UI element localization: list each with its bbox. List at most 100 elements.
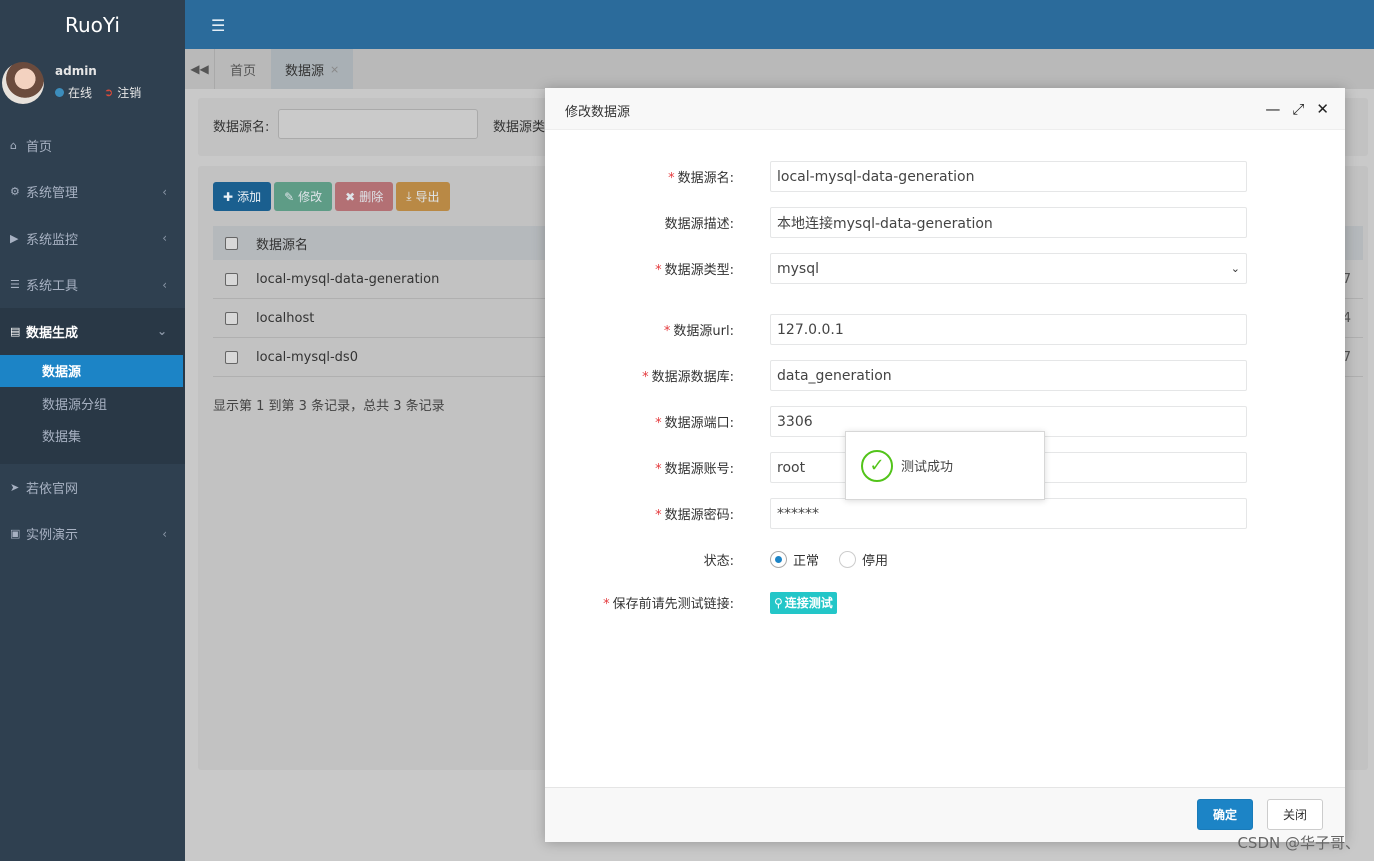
sidebar-subitem-datasource[interactable]: 数据源 bbox=[0, 354, 183, 387]
form-row-status: 状态: 正常 停用 bbox=[545, 544, 1345, 575]
pagination-info: 显示第 1 到第 3 条记录，总共 3 条记录 bbox=[213, 399, 445, 414]
connection-test-label: 连接测试 bbox=[784, 596, 833, 610]
sidebar-item-label: 若依官网 bbox=[26, 481, 79, 497]
label-port: * 数据源端口: bbox=[655, 416, 734, 431]
tab-close-icon[interactable]: ⨯ bbox=[330, 63, 339, 76]
status-disabled-label: 停用 bbox=[862, 554, 889, 569]
edit-button[interactable]: ✎ 修改 bbox=[274, 182, 333, 211]
sidebar-item-monitor[interactable]: ▶ 系统监控 ‹ bbox=[0, 215, 185, 262]
sidebar-item-system[interactable]: ⚙ 系统管理 ‹ bbox=[0, 169, 185, 216]
maximize-icon[interactable]: ⤢ bbox=[1292, 100, 1304, 118]
export-button[interactable]: ⤓ 导出 bbox=[396, 182, 450, 211]
password-field[interactable]: ****** bbox=[770, 498, 1247, 529]
database-field[interactable]: data_generation bbox=[770, 360, 1247, 391]
search-input-name[interactable] bbox=[278, 109, 478, 139]
download-icon: ⤓ bbox=[406, 189, 412, 203]
video-icon: ▶ bbox=[10, 231, 19, 245]
sidebar-item-home[interactable]: ⌂ 首页 bbox=[0, 122, 185, 169]
sidebar-item-tools[interactable]: ☰ 系统工具 ‹ bbox=[0, 262, 185, 309]
sidebar-item-label: 系统监控 bbox=[26, 232, 79, 248]
tab-home[interactable]: 首页 bbox=[216, 49, 270, 89]
close-icon[interactable]: ✕ bbox=[1316, 100, 1329, 118]
status-normal-radio[interactable] bbox=[770, 551, 787, 568]
status-disabled-radio[interactable] bbox=[839, 551, 857, 568]
modal-title: 修改数据源 bbox=[565, 105, 631, 120]
label-type: * 数据源类型: bbox=[655, 263, 734, 278]
search-label-type: 数据源类 bbox=[493, 120, 546, 135]
sidebar-item-label: 系统管理 bbox=[26, 186, 79, 202]
name-field[interactable]: local-mysql-data-generation bbox=[770, 161, 1247, 192]
search-label-name: 数据源名: bbox=[213, 120, 270, 135]
top-navbar: ☰ bbox=[185, 0, 1374, 49]
tab-datasource[interactable]: 数据源 ⨯ bbox=[271, 49, 354, 89]
sidebar-item-demo[interactable]: ▣ 实例演示 ‹ bbox=[0, 511, 185, 558]
select-all-checkbox[interactable] bbox=[225, 236, 238, 250]
delete-button-label: 删除 bbox=[359, 190, 384, 204]
add-button-label: 添加 bbox=[237, 190, 262, 204]
sidebar-item-label: 实例演示 bbox=[26, 528, 79, 544]
desc-field[interactable]: 本地连接mysql-data-generation bbox=[770, 207, 1247, 238]
logout-link[interactable]: 注销 bbox=[117, 84, 141, 101]
add-button[interactable]: ✚ 添加 bbox=[213, 182, 272, 211]
search-icon: ⚲ bbox=[774, 595, 783, 610]
row-checkbox[interactable] bbox=[225, 272, 238, 286]
minimize-icon[interactable]: — bbox=[1265, 100, 1280, 118]
url-field[interactable]: 127.0.0.1 bbox=[770, 314, 1247, 345]
menu-toggle-icon[interactable]: ☰ bbox=[211, 16, 225, 35]
sidebar-item-datagen[interactable]: ▤ 数据生成 ⌄ bbox=[0, 308, 185, 355]
sidebar-item-label: 数据生成 bbox=[26, 325, 79, 341]
row-checkbox[interactable] bbox=[225, 311, 238, 325]
form-row-test: * 保存前请先测试链接: ⚲ 连接测试 bbox=[545, 587, 1345, 618]
type-select[interactable]: mysql ⌄ bbox=[770, 253, 1247, 284]
chevron-down-icon: ⌄ bbox=[156, 324, 167, 339]
form-row-name: * 数据源名: local-mysql-data-generation bbox=[545, 161, 1345, 192]
sidebar: RuoYi admin 在线 ➲ 注销 ⌂ 首页 ⚙ 系统管理 ‹ ▶ 系统监控… bbox=[0, 0, 185, 861]
label-desc: 数据源描述: bbox=[664, 217, 734, 232]
chevron-left-icon: ‹ bbox=[162, 184, 167, 199]
modal-header: 修改数据源 — ⤢ ✕ bbox=[545, 88, 1345, 130]
avatar[interactable] bbox=[2, 61, 44, 104]
chevron-left-icon: ‹ bbox=[162, 231, 167, 246]
column-header-name[interactable]: 数据源名 bbox=[256, 234, 308, 253]
tab-scroll-left-icon[interactable]: ◀◀ bbox=[185, 49, 215, 89]
edit-button-label: 修改 bbox=[298, 190, 323, 204]
tab-label: 数据源 bbox=[285, 63, 325, 79]
close-button[interactable]: 关闭 bbox=[1267, 799, 1323, 830]
delete-button[interactable]: ✖ 删除 bbox=[335, 182, 394, 211]
user-panel: admin 在线 ➲ 注销 bbox=[0, 49, 185, 116]
gear-icon: ⚙ bbox=[10, 185, 20, 199]
tabs-bar: ◀◀ 首页 数据源 ⨯ bbox=[185, 49, 1374, 89]
label-account: * 数据源账号: bbox=[655, 462, 734, 477]
connection-test-button[interactable]: ⚲ 连接测试 bbox=[770, 591, 837, 614]
sidebar-item-label: 首页 bbox=[26, 139, 53, 155]
form-row-password: * 数据源密码: ****** bbox=[545, 498, 1345, 529]
toolbar: ✚ 添加 ✎ 修改 ✖ 删除 ⤓ 导出 bbox=[213, 182, 450, 211]
user-name: admin bbox=[55, 64, 97, 78]
sidebar-item-website[interactable]: ➤ 若依官网 bbox=[0, 464, 185, 511]
check-circle-icon: ✓ bbox=[861, 449, 893, 482]
modal-footer: 确定 关闭 bbox=[545, 787, 1345, 842]
plus-icon: ✚ bbox=[223, 189, 234, 204]
form-row-type: * 数据源类型: mysql ⌄ bbox=[545, 253, 1345, 284]
label-password: * 数据源密码: bbox=[655, 508, 734, 523]
confirm-button[interactable]: 确定 bbox=[1197, 799, 1253, 830]
label-database: * 数据源数据库: bbox=[642, 370, 734, 385]
brand-logo[interactable]: RuoYi bbox=[0, 0, 185, 49]
tab-label: 首页 bbox=[230, 63, 257, 79]
sidebar-menu: ⌂ 首页 ⚙ 系统管理 ‹ ▶ 系统监控 ‹ ☰ 系统工具 ‹ ▤ 数据生成 ⌄… bbox=[0, 122, 185, 557]
form-row-desc: 数据源描述: 本地连接mysql-data-generation bbox=[545, 207, 1345, 238]
sidebar-item-label: 系统工具 bbox=[26, 279, 79, 295]
label-name: * 数据源名: bbox=[668, 171, 734, 186]
type-select-value: mysql bbox=[777, 260, 819, 277]
success-toast: ✓ 测试成功 bbox=[845, 431, 1045, 500]
cell-name: localhost bbox=[256, 310, 315, 326]
sidebar-subitem-datasource-group[interactable]: 数据源分组 bbox=[0, 387, 185, 420]
database-icon: ▤ bbox=[10, 324, 21, 338]
row-checkbox[interactable] bbox=[225, 350, 238, 364]
logout-icon[interactable]: ➲ bbox=[104, 86, 113, 99]
bars-icon: ☰ bbox=[10, 278, 20, 292]
sidebar-subitem-dataset[interactable]: 数据集 bbox=[0, 420, 185, 453]
label-test: * 保存前请先测试链接: bbox=[603, 597, 734, 612]
label-url: * 数据源url: bbox=[663, 324, 734, 339]
online-status: 在线 bbox=[68, 86, 93, 100]
